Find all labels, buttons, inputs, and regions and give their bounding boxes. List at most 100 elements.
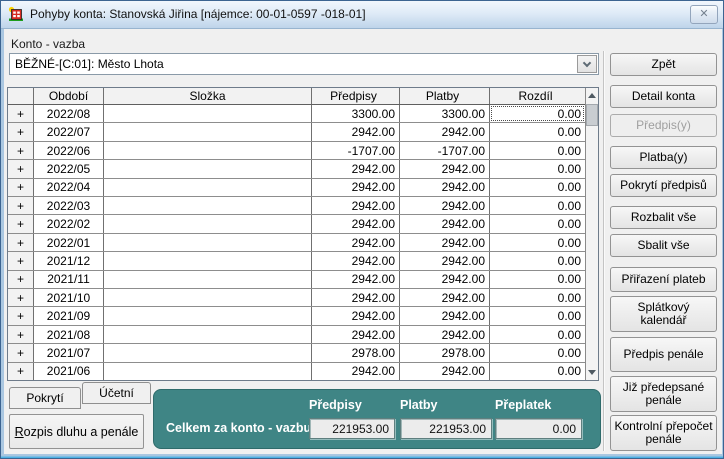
cell-slozka[interactable]: [104, 142, 312, 159]
cell-rozdil[interactable]: 0.00: [490, 363, 585, 380]
row-expander[interactable]: +: [8, 344, 34, 361]
cell-obdobi[interactable]: 2022/07: [34, 123, 104, 140]
action-button-zp-t[interactable]: Zpět: [610, 53, 717, 76]
row-expander[interactable]: +: [8, 123, 34, 140]
cell-rozdil[interactable]: 0.00: [490, 289, 585, 306]
cell-predpisy[interactable]: 2942.00: [312, 271, 400, 288]
cell-slozka[interactable]: [104, 252, 312, 269]
cell-rozdil[interactable]: 0.00: [490, 197, 585, 214]
konto-vazba-select[interactable]: BĚŽNÉ-[C:01]: Město Lhota: [9, 53, 599, 75]
action-button-spl-tkov-kalend[interactable]: Splátkový kalendář: [610, 296, 717, 332]
header-obdobi[interactable]: Období: [34, 88, 104, 104]
tab-pokryt-[interactable]: Pokrytí: [9, 387, 81, 409]
cell-slozka[interactable]: [104, 234, 312, 251]
action-button-p-i-azen-plateb[interactable]: Přiřazení plateb: [610, 267, 717, 292]
cell-rozdil[interactable]: 0.00: [490, 344, 585, 361]
cell-obdobi[interactable]: 2022/05: [34, 160, 104, 177]
cell-slozka[interactable]: [104, 363, 312, 380]
cell-predpisy[interactable]: 2942.00: [312, 307, 400, 324]
scrollbar-thumb[interactable]: [586, 104, 598, 126]
action-button-sbalit-v-e[interactable]: Sbalit vše: [610, 234, 717, 257]
cell-obdobi[interactable]: 2021/09: [34, 307, 104, 324]
cell-slozka[interactable]: [104, 344, 312, 361]
cell-slozka[interactable]: [104, 289, 312, 306]
vertical-scrollbar[interactable]: [585, 88, 598, 380]
cell-slozka[interactable]: [104, 215, 312, 232]
cell-predpisy[interactable]: 2942.00: [312, 179, 400, 196]
row-expander[interactable]: +: [8, 307, 34, 324]
cell-predpisy[interactable]: 2978.00: [312, 344, 400, 361]
cell-platby[interactable]: 2942.00: [400, 215, 490, 232]
action-button-rozbalit-v-e[interactable]: Rozbalit vše: [610, 206, 717, 229]
row-expander[interactable]: +: [8, 289, 34, 306]
cell-slozka[interactable]: [104, 197, 312, 214]
titlebar[interactable]: Pohyby konta: Stanovská Jiřina [nájemce:…: [1, 1, 723, 29]
row-expander[interactable]: +: [8, 197, 34, 214]
cell-obdobi[interactable]: 2021/10: [34, 289, 104, 306]
cell-platby[interactable]: 2942.00: [400, 234, 490, 251]
header-rozdil[interactable]: Rozdíl: [490, 88, 585, 104]
cell-predpisy[interactable]: 2942.00: [312, 326, 400, 343]
header-platby[interactable]: Platby: [400, 88, 490, 104]
cell-platby[interactable]: 2942.00: [400, 271, 490, 288]
cell-platby[interactable]: 2942.00: [400, 123, 490, 140]
cell-predpisy[interactable]: 3300.00: [312, 105, 400, 122]
tab--etn-[interactable]: Účetní: [82, 382, 151, 404]
scroll-down-button[interactable]: [586, 365, 598, 380]
cell-platby[interactable]: 2942.00: [400, 307, 490, 324]
cell-obdobi[interactable]: 2021/08: [34, 326, 104, 343]
cell-slozka[interactable]: [104, 123, 312, 140]
cell-rozdil[interactable]: 0.00: [490, 234, 585, 251]
cell-platby[interactable]: 2942.00: [400, 289, 490, 306]
close-button[interactable]: ✕: [690, 5, 718, 24]
cell-predpisy[interactable]: 2942.00: [312, 289, 400, 306]
cell-rozdil[interactable]: 0.00: [490, 215, 585, 232]
combo-dropdown-button[interactable]: [577, 55, 597, 73]
scroll-up-button[interactable]: [586, 88, 598, 103]
cell-platby[interactable]: 3300.00: [400, 105, 490, 122]
cell-platby[interactable]: 2942.00: [400, 160, 490, 177]
header-predpisy[interactable]: Předpisy: [312, 88, 400, 104]
row-expander[interactable]: +: [8, 326, 34, 343]
action-button-p-edpis-pen-le[interactable]: Předpis penále: [610, 337, 717, 372]
cell-obdobi[interactable]: 2022/04: [34, 179, 104, 196]
action-button-pokryt-p-edpis[interactable]: Pokrytí předpisů: [610, 174, 717, 197]
cell-predpisy[interactable]: 2942.00: [312, 215, 400, 232]
cell-slozka[interactable]: [104, 160, 312, 177]
cell-slozka[interactable]: [104, 179, 312, 196]
cell-platby[interactable]: 2942.00: [400, 197, 490, 214]
cell-rozdil[interactable]: 0.00: [490, 105, 585, 122]
cell-obdobi[interactable]: 2022/03: [34, 197, 104, 214]
row-expander[interactable]: +: [8, 215, 34, 232]
action-button-platba-y[interactable]: Platba(y): [610, 146, 717, 169]
row-expander[interactable]: +: [8, 105, 34, 122]
cell-predpisy[interactable]: 2942.00: [312, 197, 400, 214]
cell-rozdil[interactable]: 0.00: [490, 123, 585, 140]
cell-predpisy[interactable]: 2942.00: [312, 252, 400, 269]
row-expander[interactable]: +: [8, 179, 34, 196]
action-button-kontroln-p-epo-et-pen-le[interactable]: Kontrolní přepočet penále: [610, 415, 717, 451]
row-expander[interactable]: +: [8, 142, 34, 159]
row-expander[interactable]: +: [8, 271, 34, 288]
cell-obdobi[interactable]: 2022/02: [34, 215, 104, 232]
cell-slozka[interactable]: [104, 326, 312, 343]
cell-rozdil[interactable]: 0.00: [490, 271, 585, 288]
row-expander[interactable]: +: [8, 363, 34, 380]
cell-slozka[interactable]: [104, 307, 312, 324]
cell-rozdil[interactable]: 0.00: [490, 179, 585, 196]
row-expander[interactable]: +: [8, 252, 34, 269]
cell-rozdil[interactable]: 0.00: [490, 142, 585, 159]
cell-slozka[interactable]: [104, 271, 312, 288]
cell-predpisy[interactable]: -1707.00: [312, 142, 400, 159]
cell-platby[interactable]: 2942.00: [400, 363, 490, 380]
row-expander[interactable]: +: [8, 160, 34, 177]
cell-rozdil[interactable]: 0.00: [490, 326, 585, 343]
cell-predpisy[interactable]: 2942.00: [312, 123, 400, 140]
cell-platby[interactable]: -1707.00: [400, 142, 490, 159]
cell-rozdil[interactable]: 0.00: [490, 160, 585, 177]
cell-predpisy[interactable]: 2942.00: [312, 363, 400, 380]
cell-obdobi[interactable]: 2022/08: [34, 105, 104, 122]
cell-obdobi[interactable]: 2021/12: [34, 252, 104, 269]
cell-obdobi[interactable]: 2022/06: [34, 142, 104, 159]
cell-predpisy[interactable]: 2942.00: [312, 160, 400, 177]
